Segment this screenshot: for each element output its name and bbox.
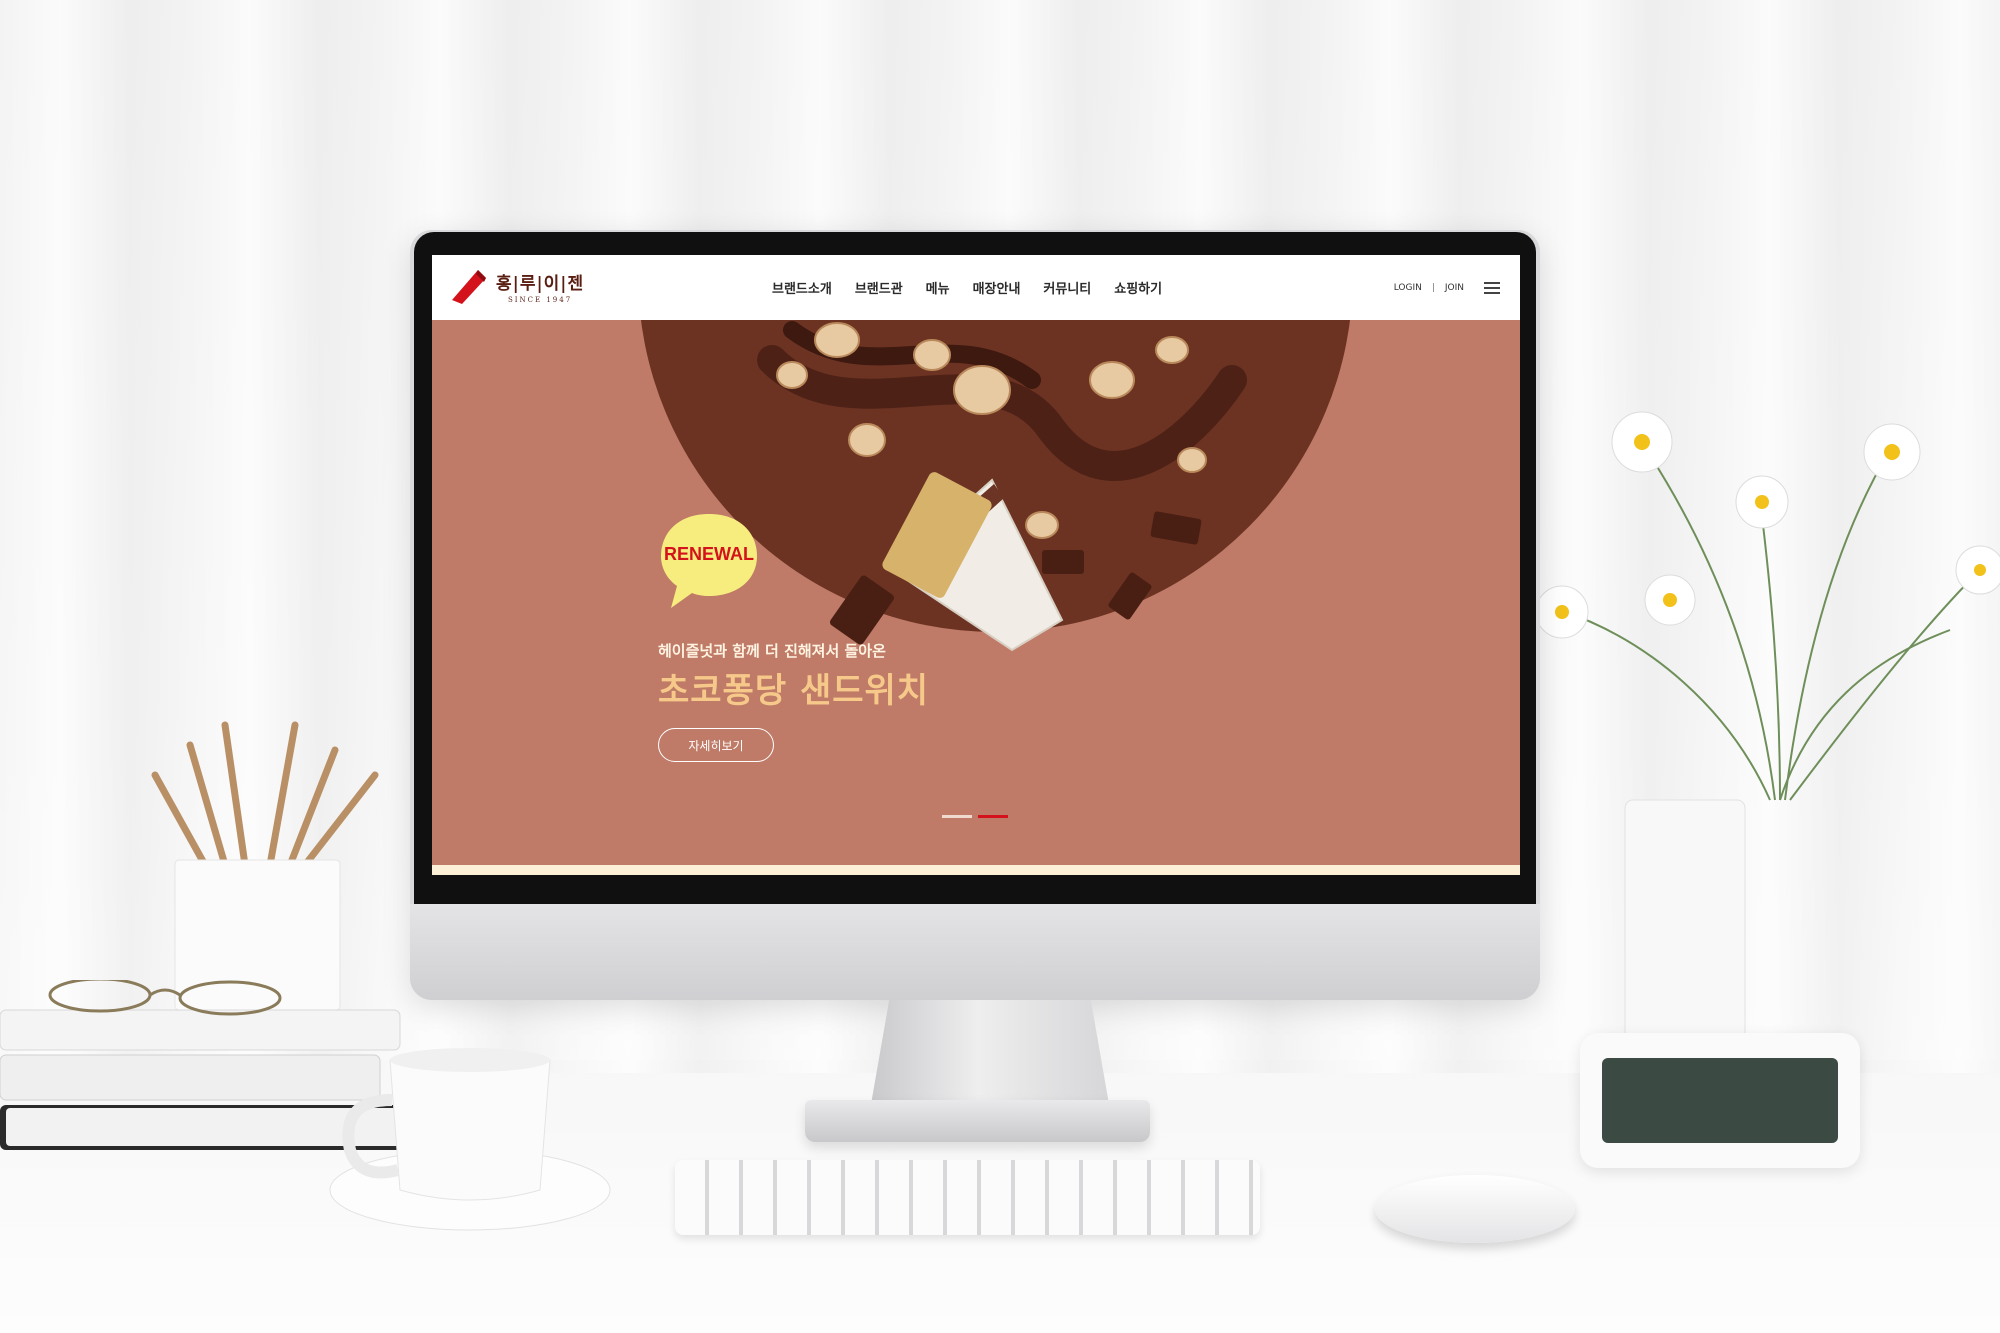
nav-item-brand-hall[interactable]: 브랜드관: [855, 278, 903, 297]
nav-item-menu[interactable]: 메뉴: [926, 278, 950, 297]
hamburger-menu-icon[interactable]: [1484, 281, 1500, 294]
nav-item-community[interactable]: 커뮤니티: [1043, 278, 1091, 297]
nav-item-store-info[interactable]: 매장안내: [973, 278, 1021, 297]
slide-pager: [942, 815, 1008, 818]
login-link[interactable]: LOGIN: [1394, 283, 1422, 293]
nav-item-brand-intro[interactable]: 브랜드소개: [772, 278, 832, 297]
hero-product-image: [757, 321, 1247, 652]
site-header: 홍|루|이|젠 SINCE 1947 브랜드소개 브랜드관 메뉴 매장안내 커뮤…: [432, 255, 1520, 320]
main-nav: 브랜드소개 브랜드관 메뉴 매장안내 커뮤니티 쇼핑하기: [772, 255, 1162, 320]
keyboard: [675, 1160, 1260, 1235]
sandwich-logo-icon: [452, 270, 486, 304]
slide-dot-2[interactable]: [978, 815, 1008, 818]
mouse: [1375, 1175, 1575, 1243]
hero-subheading: 헤이즐넛과 함께 더 진해져서 돌아온: [658, 642, 886, 660]
monitor-stand: [870, 1000, 1110, 1110]
pencil-cup: [151, 721, 379, 1011]
monitor-foot: [805, 1100, 1150, 1142]
next-section-strip: [432, 855, 1520, 875]
brand-name: 홍|루|이|젠: [496, 273, 585, 294]
hero-heading: 초코퐁당 샌드위치: [658, 671, 930, 711]
monitor-chin: [410, 904, 1540, 1000]
brand-since: SINCE 1947: [507, 295, 573, 304]
nav-item-shopping[interactable]: 쇼핑하기: [1114, 278, 1162, 297]
slide-dot-1[interactable]: [942, 815, 972, 818]
join-link[interactable]: JOIN: [1445, 283, 1464, 293]
website-screen: RENEWAL 헤이즐넛과 함께 더 진해져서 돌아온 초코퐁당 샌드위치 자세…: [432, 255, 1520, 875]
utility-links: LOGIN | JOIN: [1394, 255, 1500, 320]
view-details-button[interactable]: 자세히보기: [658, 728, 774, 762]
renewal-badge-text: RENEWAL: [664, 544, 754, 564]
desk-clock: [1580, 1033, 1860, 1168]
site-logo[interactable]: 홍|루|이|젠 SINCE 1947: [448, 266, 584, 306]
flower-vase: [1535, 411, 2000, 1040]
coffee-cup: [329, 1048, 611, 1231]
util-separator: |: [1431, 282, 1435, 293]
